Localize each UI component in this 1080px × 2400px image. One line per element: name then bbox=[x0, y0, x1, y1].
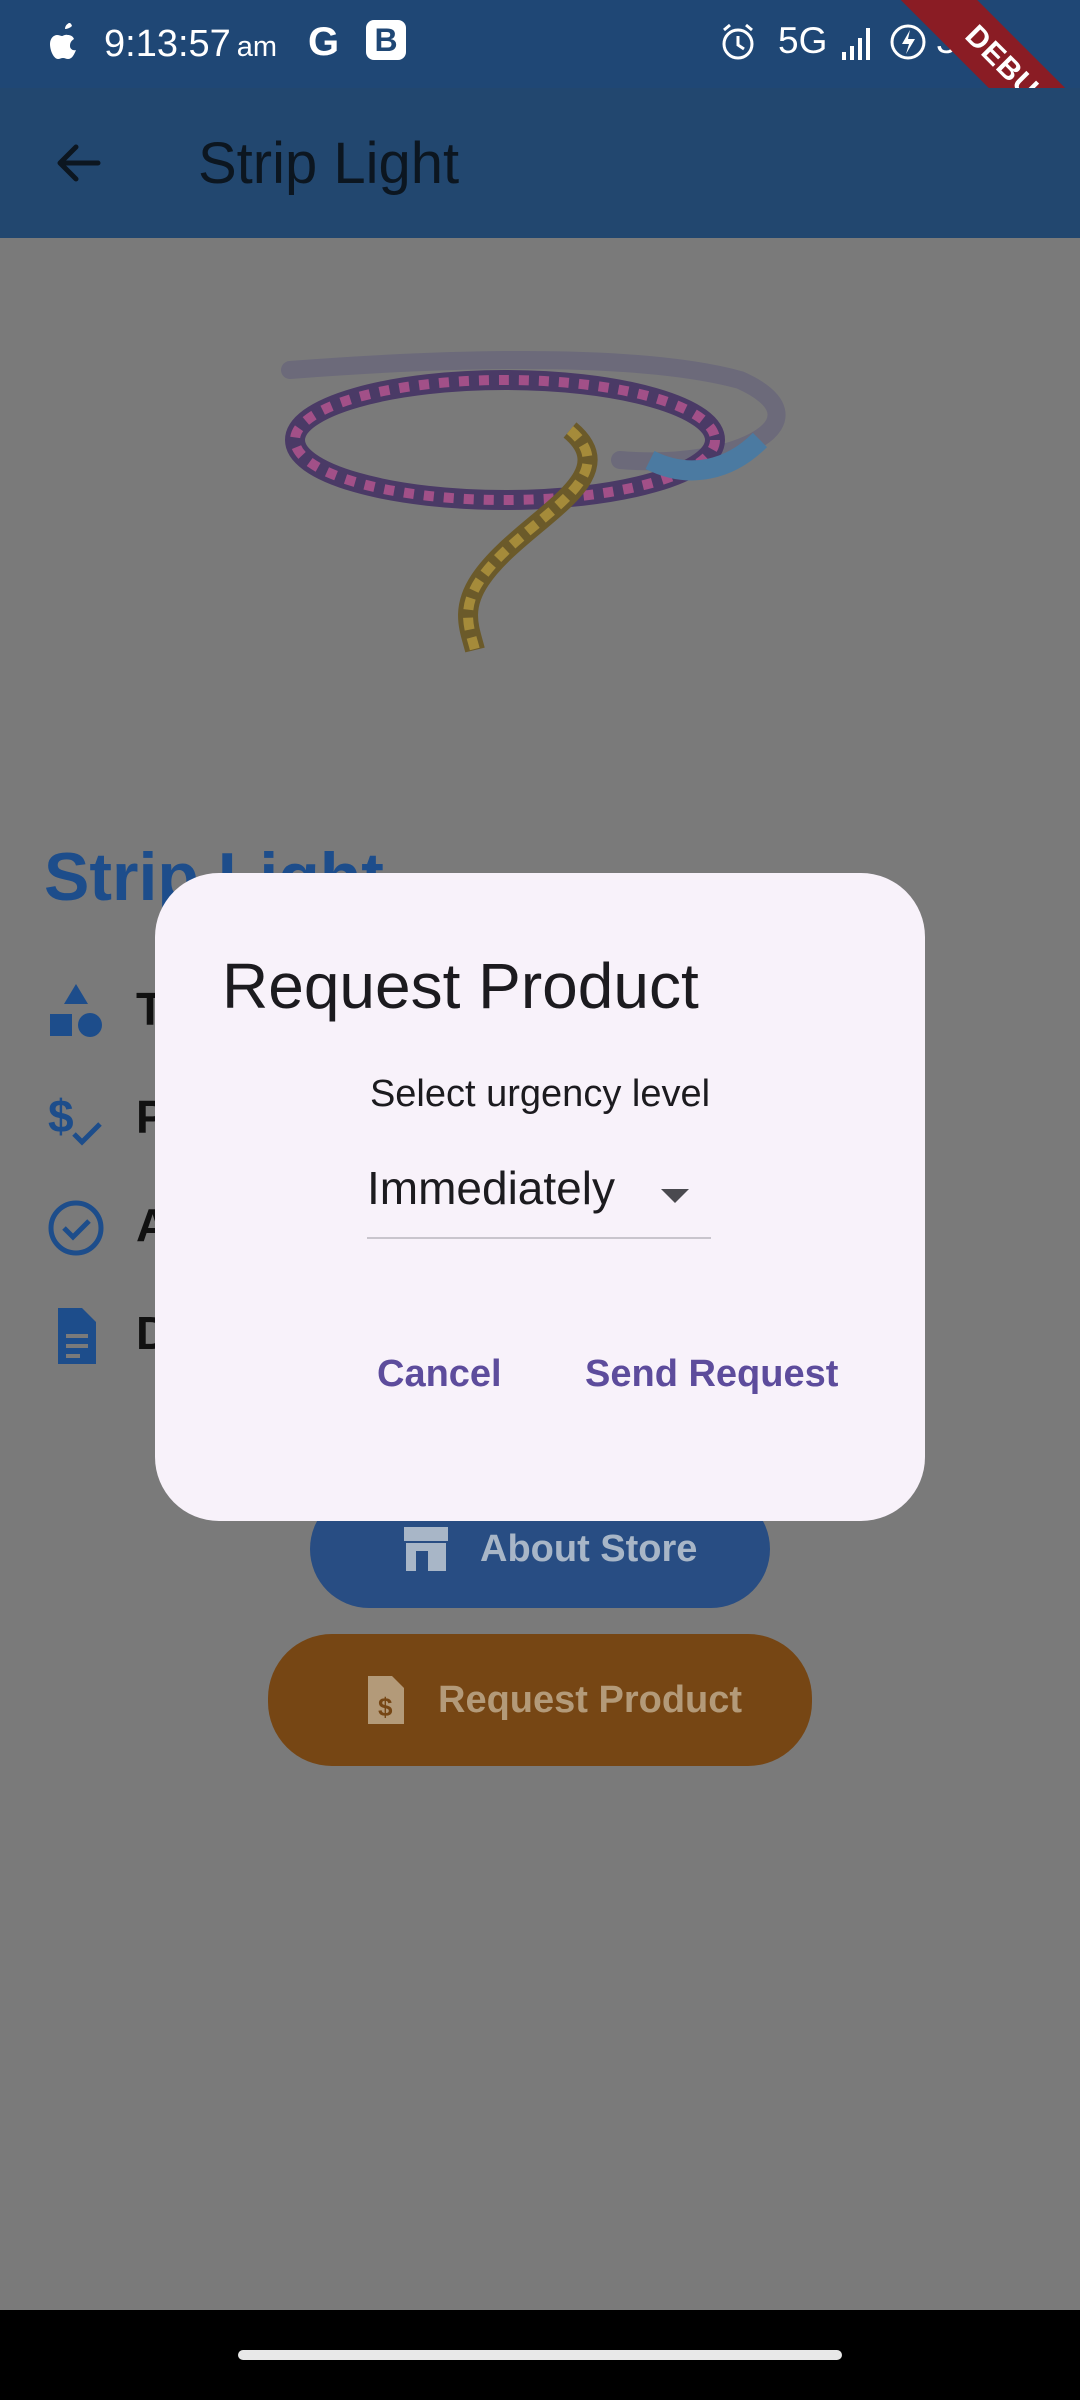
cancel-button[interactable]: Cancel bbox=[377, 1353, 502, 1396]
urgency-dropdown[interactable]: Immediately bbox=[367, 1153, 711, 1239]
check-circle-icon bbox=[48, 1200, 104, 1256]
dropdown-arrow-icon bbox=[661, 1189, 689, 1203]
system-nav-bar bbox=[0, 2310, 1080, 2400]
network-type: 5G bbox=[778, 20, 828, 61]
urgency-selected-value: Immediately bbox=[367, 1162, 615, 1214]
send-request-button[interactable]: Send Request bbox=[585, 1353, 838, 1396]
google-icon: G bbox=[308, 20, 340, 64]
urgency-label: Select urgency level bbox=[369, 1073, 711, 1115]
category-shapes-icon bbox=[50, 984, 102, 1037]
clock: 9:13:57 am bbox=[104, 23, 278, 65]
signal-icon bbox=[842, 28, 870, 60]
app-bar: Strip Light bbox=[0, 88, 1080, 238]
store-icon bbox=[404, 1527, 448, 1571]
apple-icon bbox=[50, 23, 76, 59]
document-icon bbox=[58, 1308, 96, 1364]
dialog-title: Request Product bbox=[222, 950, 699, 1022]
home-indicator[interactable] bbox=[238, 2350, 842, 2360]
arrow-back-icon[interactable] bbox=[48, 133, 108, 193]
product-image bbox=[281, 351, 786, 653]
price-check-icon: $ bbox=[48, 1090, 102, 1146]
svg-text:$: $ bbox=[378, 1692, 393, 1722]
page-title: Strip Light bbox=[198, 131, 460, 196]
request-product-button[interactable]: $ Request Product bbox=[268, 1634, 812, 1766]
request-dialog: Request Product Select urgency level Imm… bbox=[155, 873, 925, 1521]
svg-text:$: $ bbox=[48, 1090, 74, 1142]
battery-charging-icon bbox=[890, 24, 926, 60]
b-app-icon: B bbox=[366, 20, 406, 60]
alarm-icon bbox=[722, 23, 754, 60]
invoice-dollar-icon: $ bbox=[368, 1676, 404, 1724]
